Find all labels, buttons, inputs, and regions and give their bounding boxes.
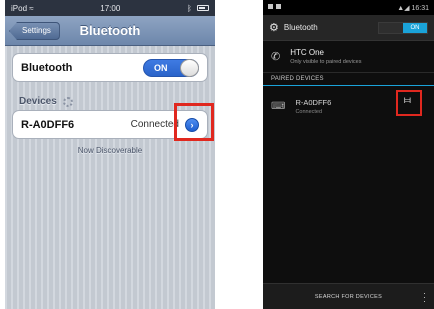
search-devices-button[interactable]: SEARCH FOR DEVICES: [315, 294, 382, 300]
own-device-row[interactable]: ✆ HTC One Only visible to paired devices: [263, 41, 434, 73]
keyboard-icon: ⌨: [271, 100, 286, 112]
android-time: 16:31: [411, 4, 429, 12]
overflow-menu-icon[interactable]: · · ·: [423, 289, 426, 306]
devices-label: Devices: [19, 96, 57, 107]
bluetooth-toggle-group: Bluetooth ON: [12, 53, 208, 82]
switch-label: ON: [403, 22, 427, 33]
highlight-box: [174, 103, 214, 141]
action-bar-title: Bluetooth: [283, 23, 318, 32]
device-name: R-A0DFF6: [21, 118, 75, 131]
wifi-icon: ≈: [29, 3, 34, 13]
page-title: Bluetooth: [79, 23, 141, 38]
ios-bluetooth-screen: iPod ≈ 17:00 ᛒ Settings Bluetooth Blueto…: [5, 0, 215, 309]
android-action-bar: ⚙ Bluetooth ON: [263, 15, 434, 41]
notification-icon: [268, 4, 273, 9]
device-status: Connected: [130, 119, 179, 130]
phone-icon: ✆: [271, 51, 281, 63]
toggle-knob: [180, 58, 199, 77]
highlight-box: [396, 90, 422, 116]
ios-nav-bar: Settings Bluetooth: [5, 16, 215, 46]
paired-devices-header: PAIRED DEVICES: [263, 73, 434, 86]
bluetooth-label: Bluetooth: [21, 61, 73, 74]
bluetooth-toggle[interactable]: ON: [143, 58, 199, 77]
android-bottom-bar: SEARCH FOR DEVICES · · ·: [263, 283, 434, 309]
battery-icon: [197, 5, 209, 12]
gear-icon: ⚙: [269, 22, 279, 34]
ios-time: 17:00: [100, 3, 121, 13]
own-device-visibility: Only visible to paired devices: [290, 59, 362, 65]
android-bluetooth-screen: ▲◢ 16:31 ⚙ Bluetooth ON ✆ HTC One Only v…: [263, 0, 434, 309]
devices-section-header: Devices: [19, 96, 73, 107]
spinner-icon: [62, 96, 73, 107]
paired-device-status: Connected: [295, 108, 323, 115]
ios-carrier: iPod: [11, 3, 28, 13]
notification-icon: [276, 4, 281, 9]
ios-status-bar: iPod ≈ 17:00 ᛒ: [5, 0, 215, 16]
toggle-label: ON: [154, 62, 168, 73]
signal-icon: ▲◢: [397, 4, 412, 12]
settings-back-button[interactable]: Settings: [9, 22, 60, 40]
paired-device-name: R-A0DFF6: [295, 97, 332, 107]
own-device-name: HTC One: [290, 48, 325, 57]
bluetooth-switch[interactable]: ON: [378, 21, 428, 34]
android-status-bar: ▲◢ 16:31: [263, 0, 434, 15]
discoverable-hint: Now Discoverable: [77, 146, 143, 155]
bluetooth-row: Bluetooth ON: [13, 54, 207, 81]
bluetooth-icon: ᛒ: [186, 3, 192, 13]
